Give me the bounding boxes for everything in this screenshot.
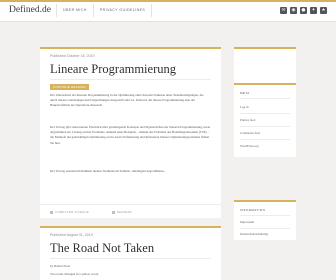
- divider: [50, 79, 211, 80]
- divider: [50, 258, 211, 259]
- divider: [240, 98, 290, 99]
- tag-icon: [112, 210, 115, 214]
- nav-item-privacy[interactable]: PRIVACY GUIDELINES: [94, 4, 153, 17]
- main-nav: ÜBER MICH PRIVACY GUIDELINES: [56, 4, 153, 17]
- post-paragraph: Der Unterschied der linearen Programmier…: [50, 93, 204, 108]
- sidebar-link-login[interactable]: Log in: [240, 105, 248, 109]
- post-card: Published August 31, 2019 The Road Not T…: [40, 226, 221, 280]
- sidebar-link-impressum[interactable]: Impressum: [240, 220, 254, 224]
- divider: [240, 228, 290, 229]
- sidebar-link-comments-feed[interactable]: Comments feed: [240, 131, 260, 135]
- folder-icon: [50, 210, 53, 214]
- post-date: Published October 16, 2019: [50, 54, 95, 58]
- sidebar-link-wordpress[interactable]: WordPress.org: [240, 144, 259, 148]
- post-title[interactable]: The Road Not Taken: [50, 241, 154, 256]
- github-icon[interactable]: ●: [300, 7, 307, 14]
- widget-title: INFORMATION: [240, 208, 266, 212]
- site-logo[interactable]: Defined.de: [9, 5, 51, 15]
- mail-icon[interactable]: ✉: [280, 7, 287, 14]
- twitter-icon[interactable]: ✦: [310, 7, 317, 14]
- sidebar-link-entries-feed[interactable]: Entries feed: [240, 118, 255, 122]
- divider: [240, 215, 290, 216]
- divider: [240, 139, 290, 140]
- post-paragraph: Der Vortrag gibt einen kurzen Überblick …: [50, 125, 211, 145]
- sidebar-info-widget: INFORMATION Impressum Datenschutzerkläru…: [234, 200, 296, 240]
- continue-reading-badge[interactable]: CONTINUE READING: [50, 84, 89, 90]
- accent-stripe: [0, 0, 336, 2]
- post-footer: COMPUTER SCIENCE SEMINAR: [40, 204, 221, 218]
- post-paragraph: Der Vortrag entstand im Rahmen meines St…: [50, 169, 166, 173]
- sidebar-meta-widget: META Log in Entries feed Comments feed W…: [234, 83, 296, 157]
- sidebar-meta-header: [234, 47, 296, 87]
- divider: [240, 126, 290, 127]
- post-paragraph: Two roads diverged in a yellow wood,: [50, 272, 99, 276]
- post-card: Published October 16, 2019 Lineare Progr…: [40, 47, 221, 218]
- social-links: ✉ ◉ ● ✦ ★: [280, 7, 327, 14]
- widget-title: META: [240, 91, 250, 95]
- divider: [240, 113, 290, 114]
- post-title[interactable]: Lineare Programmierung: [50, 62, 176, 77]
- rss-icon[interactable]: ◉: [290, 7, 297, 14]
- top-bar: Defined.de ÜBER MICH PRIVACY GUIDELINES …: [0, 0, 336, 22]
- category-label: COMPUTER SCIENCE: [55, 210, 90, 214]
- sidebar-link-privacy[interactable]: Datenschutzerklärung: [240, 232, 268, 236]
- category-link[interactable]: COMPUTER SCIENCE: [50, 210, 89, 214]
- post-date: Published August 31, 2019: [50, 233, 93, 237]
- star-icon[interactable]: ★: [320, 7, 327, 14]
- tag-label: SEMINAR: [117, 210, 132, 214]
- post-author: by Robert Frost: [50, 264, 71, 268]
- nav-item-about[interactable]: ÜBER MICH: [57, 4, 94, 17]
- tag-link[interactable]: SEMINAR: [112, 210, 132, 214]
